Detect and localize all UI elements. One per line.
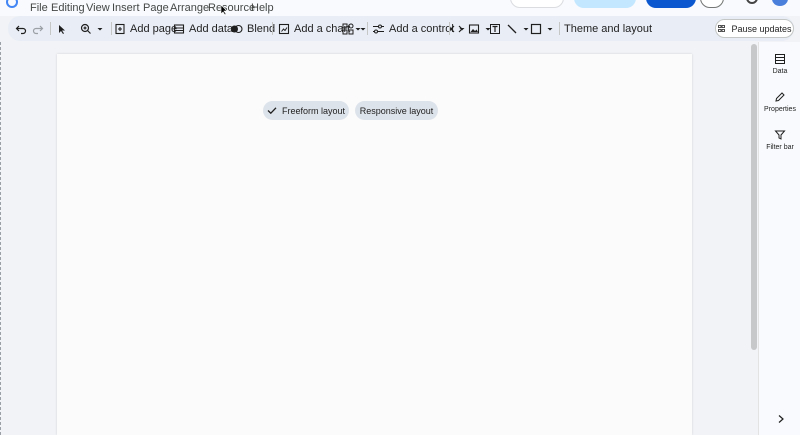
- filter-bar-tab[interactable]: Filter bar: [759, 129, 800, 151]
- share-button[interactable]: [574, 0, 636, 8]
- text-box-icon: [490, 23, 500, 34]
- pause-icon: [718, 25, 726, 32]
- responsive-layout-label: Responsive layout: [359, 105, 434, 116]
- pause-updates-button[interactable]: Pause updates: [715, 19, 794, 38]
- app-logo-icon: [6, 0, 18, 8]
- data-table-icon: [775, 54, 785, 64]
- pause-updates-label: Pause updates: [731, 23, 792, 34]
- freeform-layout-label: Freeform layout: [281, 105, 346, 116]
- menu-help[interactable]: Help: [251, 2, 274, 14]
- blend-button[interactable]: Blend: [230, 16, 275, 41]
- report-page[interactable]: Freeform layout Responsive layout: [57, 54, 692, 435]
- add-page-icon: [115, 23, 125, 34]
- dropdown-arrow-icon: [547, 27, 553, 30]
- pointer-icon: [59, 24, 65, 34]
- theme-layout-label: Theme and layout: [564, 22, 653, 35]
- redo-icon: [32, 25, 44, 34]
- line-button[interactable]: [506, 16, 530, 41]
- menu-arrange[interactable]: Arrange: [170, 2, 209, 14]
- menu-view[interactable]: View: [86, 2, 110, 14]
- zoom-in-icon: [80, 23, 91, 34]
- pencil-icon: [775, 92, 785, 102]
- zoom-button[interactable]: [80, 16, 104, 41]
- menu-insert[interactable]: Insert: [112, 2, 140, 14]
- code-icon: [450, 25, 463, 32]
- select-tool-button[interactable]: [56, 16, 68, 41]
- data-tab-label: Data: [772, 68, 788, 75]
- shape-button[interactable]: [530, 16, 554, 41]
- help-icon[interactable]: [746, 0, 758, 4]
- menu-resource[interactable]: Resource: [208, 2, 255, 14]
- menu-file[interactable]: File: [30, 2, 48, 14]
- view-button[interactable]: [646, 0, 696, 8]
- line-icon: [507, 24, 517, 33]
- menu-bar: File Editing View Insert Page Arrange Re…: [0, 0, 800, 16]
- add-data-icon: [173, 23, 185, 34]
- add-page-button[interactable]: Add page: [114, 16, 177, 41]
- toolbar-divider: [272, 22, 273, 35]
- add-data-button[interactable]: Add data: [173, 16, 233, 41]
- dropdown-arrow-icon: [360, 27, 366, 30]
- scrollbar-thumb[interactable]: [751, 44, 757, 350]
- responsive-layout-button[interactable]: Responsive layout: [355, 101, 438, 120]
- menu-page[interactable]: Page: [143, 2, 169, 14]
- embed-url-button[interactable]: [450, 16, 463, 41]
- add-control-icon: [373, 24, 384, 33]
- toolbar-divider: [111, 22, 112, 35]
- more-options-button[interactable]: [700, 0, 724, 8]
- top-outline-button[interactable]: [510, 0, 564, 8]
- check-icon: [267, 107, 277, 115]
- add-page-label: Add page: [130, 22, 178, 35]
- add-control-label: Add a control: [389, 22, 454, 35]
- rectangle-icon: [530, 23, 542, 34]
- properties-panel-tab[interactable]: Properties: [759, 91, 800, 113]
- add-chart-icon: [278, 23, 290, 34]
- freeform-layout-button[interactable]: Freeform layout: [263, 101, 349, 120]
- avatar[interactable]: [772, 0, 788, 6]
- community-viz-button[interactable]: [342, 16, 367, 41]
- data-panel-tab[interactable]: Data: [759, 53, 800, 75]
- menu-editing[interactable]: Editing: [51, 2, 85, 14]
- blend-label: Blend: [247, 22, 276, 35]
- chevron-right-icon[interactable]: [777, 414, 785, 424]
- text-box-button[interactable]: [489, 16, 501, 41]
- dropdown-arrow-icon: [97, 27, 103, 30]
- blend-icon: [231, 24, 243, 33]
- undo-icon: [15, 25, 27, 34]
- dropdown-arrow-icon: [523, 27, 529, 30]
- image-icon: [468, 23, 480, 34]
- add-data-label: Add data: [189, 22, 234, 35]
- properties-tab-label: Properties: [764, 106, 796, 113]
- mouse-cursor-icon: [220, 4, 228, 16]
- filter-icon: [774, 130, 786, 140]
- toolbar-divider: [367, 22, 368, 35]
- toolbar: Add page Add data Blend Add a chart Add …: [8, 16, 794, 41]
- toolbar-divider: [50, 22, 51, 35]
- toolbar-divider: [559, 22, 560, 35]
- community-visualizations-icon: [342, 23, 354, 34]
- filter-bar-tab-label: Filter bar: [766, 144, 794, 151]
- vertical-scrollbar[interactable]: [750, 42, 758, 435]
- redo-button[interactable]: [32, 16, 44, 41]
- theme-layout-button[interactable]: Theme and layout: [564, 16, 652, 41]
- right-side-panel: Data Properties Filter bar: [758, 42, 800, 435]
- undo-button[interactable]: [15, 16, 27, 41]
